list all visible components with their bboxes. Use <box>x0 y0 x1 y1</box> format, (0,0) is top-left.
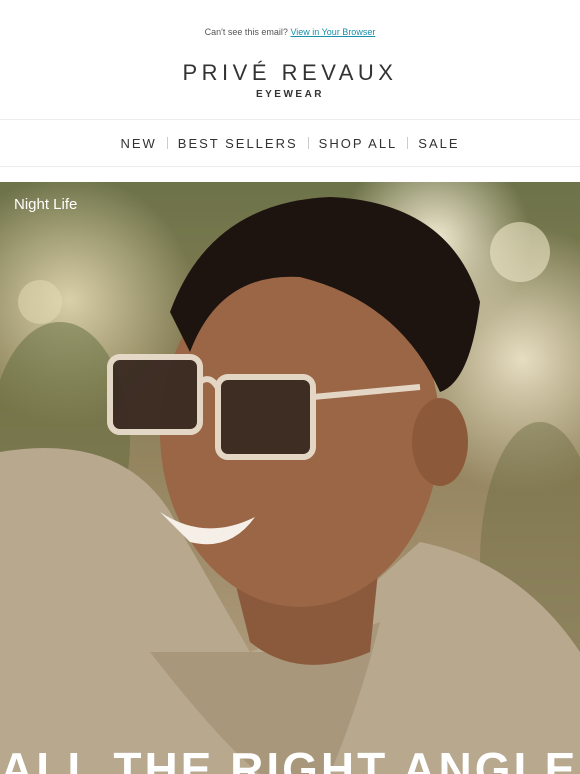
nav-item-shop-all[interactable]: SHOP ALL <box>309 136 408 151</box>
nav-item-sale[interactable]: SALE <box>408 136 469 151</box>
hero-label: Night Life <box>14 196 78 213</box>
nav-divider-top <box>0 119 580 120</box>
hero-headline: ALL THE RIGHT ANGLES <box>0 743 580 774</box>
preheader: Can't see this email? View in Your Brows… <box>0 27 580 37</box>
nav-divider-bottom <box>0 166 580 167</box>
nav-item-new[interactable]: NEW <box>110 136 166 151</box>
brand-tagline: EYEWEAR <box>255 89 325 100</box>
preheader-text: Can't see this email? <box>204 27 288 37</box>
nav-item-best-sellers[interactable]: BEST SELLERS <box>168 136 308 151</box>
view-in-browser-link[interactable]: View in Your Browser <box>290 27 375 37</box>
main-nav: NEW BEST SELLERS SHOP ALL SALE <box>0 130 580 156</box>
hero-banner[interactable]: Night Life ALL THE RIGHT ANGLES <box>0 182 580 774</box>
brand-logo[interactable]: PRIVÉ REVAUX <box>0 60 580 86</box>
hero-image <box>0 197 580 774</box>
